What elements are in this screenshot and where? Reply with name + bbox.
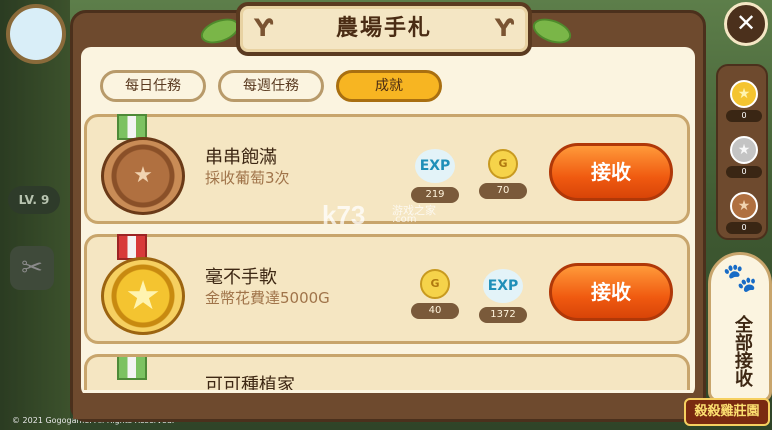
claim-button[interactable]: 接收 (549, 143, 673, 201)
medal-sidebar: ★ 0 ★ 0 ★ 0 (716, 64, 768, 240)
reward-value: 1372 (479, 307, 527, 323)
tab-achievements[interactable]: 成就 (336, 70, 442, 102)
bronze-star-medal-icon: ★ (101, 137, 185, 215)
gold-star-medal-icon: ★ (101, 257, 185, 335)
gold-medal-icon: ★ (730, 80, 758, 108)
achievement-title: 毫不手軟 (205, 267, 277, 288)
medal-count: 0 (726, 110, 762, 122)
achievement-description: 採收葡萄3次 (205, 169, 290, 187)
achievement-row: ★ 毫不手軟 金幣花費達5000G G 40 EXP 1372 接收 (84, 234, 690, 344)
achievement-row: 可可種植家 (84, 354, 690, 390)
gold-coin-icon: G (488, 149, 518, 179)
claim-all-button[interactable]: 🐾 全部接收 (708, 252, 772, 402)
tool-icon[interactable]: ✂ (10, 246, 54, 290)
reward-coin: G 40 (411, 269, 459, 319)
title-banner: Ƴ 農場手札 Ƴ (236, 2, 532, 56)
exp-icon: EXP (415, 149, 455, 183)
exp-icon: EXP (483, 269, 523, 303)
reward-exp: EXP 219 (411, 149, 459, 203)
achievement-list: ★ 串串飽滿 採收葡萄3次 EXP 219 G 70 接收 ★ 毫不手軟 金幣花… (84, 114, 690, 400)
close-button[interactable]: ✕ (724, 2, 768, 46)
reward-value: 219 (411, 187, 459, 203)
silver-medal-icon: ★ (730, 136, 758, 164)
watermark-logo: k73 (322, 200, 366, 230)
reward-value: 40 (411, 303, 459, 319)
claim-button[interactable]: 接收 (549, 263, 673, 321)
sidebar-item-bronze[interactable]: ★ 0 (726, 192, 762, 234)
medal-count: 0 (726, 222, 762, 234)
achievement-title: 串串飽滿 (205, 147, 277, 168)
tab-daily-tasks[interactable]: 每日任務 (100, 70, 206, 102)
tab-bar: 每日任務 每週任務 成就 (100, 70, 442, 102)
sidebar-item-gold[interactable]: ★ 0 (726, 80, 762, 122)
bronze-medal-icon: ★ (730, 192, 758, 220)
player-level-badge: LV. 9 (8, 186, 60, 214)
page-title: 農場手札 (335, 16, 432, 41)
achievement-title: 可可種植家 (205, 375, 295, 390)
watermark-domain: .com (392, 214, 417, 225)
gold-coin-icon: G (420, 269, 450, 299)
tab-weekly-tasks[interactable]: 每週任務 (218, 70, 324, 102)
reward-exp: EXP 1372 (479, 269, 527, 323)
game-hud-left (0, 0, 70, 430)
ribbon-icon (117, 357, 147, 380)
claim-all-label: 全部接收 (732, 315, 753, 387)
reward-value: 70 (479, 183, 527, 199)
reward-coin: G 70 (479, 149, 527, 199)
sidebar-item-silver[interactable]: ★ 0 (726, 136, 762, 178)
game-logo: 殺殺雞莊園 (684, 398, 770, 426)
player-avatar[interactable] (6, 4, 66, 64)
antler-icon: Ƴ (494, 14, 514, 42)
medal-count: 0 (726, 166, 762, 178)
achievement-description: 金幣花費達5000G (205, 289, 330, 307)
paw-icon: 🐾 (722, 261, 758, 294)
achievement-row: ★ 串串飽滿 採收葡萄3次 EXP 219 G 70 接收 (84, 114, 690, 224)
